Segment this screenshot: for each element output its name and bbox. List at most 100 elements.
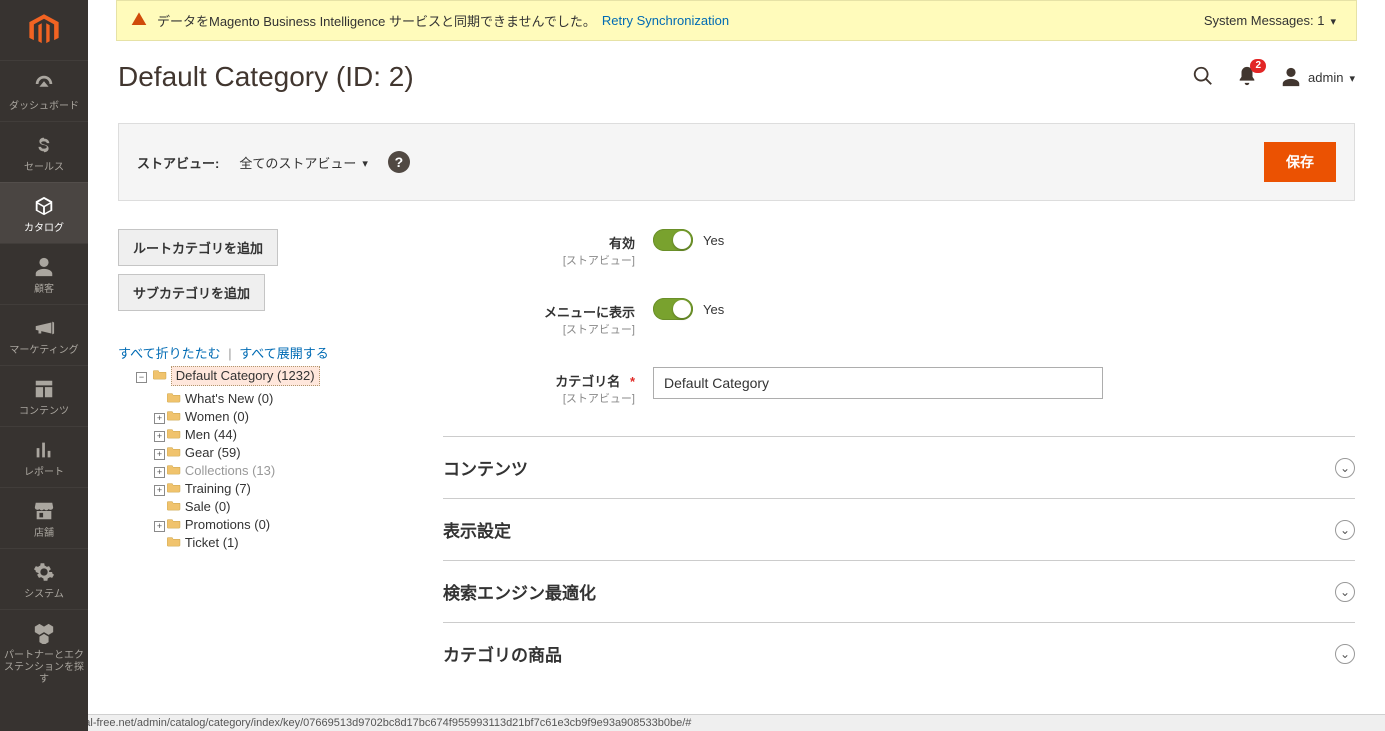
tree-node[interactable]: Gear (59): [185, 444, 241, 462]
folder-icon: [167, 498, 181, 510]
admin-account-menu[interactable]: admin: [1280, 66, 1355, 88]
sidebar-item-label: カタログ: [4, 223, 84, 235]
chevron-down-icon[interactable]: [1330, 13, 1336, 28]
sidebar-item-label: マーケティング: [4, 345, 84, 357]
section-content[interactable]: コンテンツ ⌄: [443, 436, 1355, 498]
category-name-input[interactable]: [653, 367, 1103, 399]
field-include-menu-scope: [ストアビュー]: [443, 321, 635, 337]
gauge-icon: [4, 71, 84, 97]
add-sub-category-button[interactable]: サブカテゴリを追加: [118, 274, 265, 311]
sidebar-item-system[interactable]: システム: [0, 548, 88, 609]
tree-node[interactable]: Collections (13): [185, 462, 275, 480]
tree-node[interactable]: Women (0): [185, 408, 249, 426]
chevron-down-circle-icon: ⌄: [1335, 644, 1355, 664]
tree-expand-icon[interactable]: +: [154, 485, 165, 496]
tree-node[interactable]: Training (7): [185, 480, 251, 498]
tree-expand-icon[interactable]: +: [154, 521, 165, 532]
system-message-text: データをMagento Business Intelligence サービスと同…: [157, 11, 596, 30]
folder-icon: [167, 462, 181, 474]
warning-icon: [131, 11, 147, 30]
tree-spacer: [154, 536, 165, 547]
category-tree: − Default Category (1232) What's New (0)…: [118, 366, 433, 552]
field-category-name: カテゴリ名 * [ストアビュー]: [443, 367, 1355, 406]
megaphone-icon: [4, 315, 84, 341]
required-indicator: *: [630, 374, 635, 389]
sidebar-item-catalog[interactable]: カタログ: [0, 182, 88, 243]
magento-logo-icon[interactable]: [24, 10, 64, 50]
search-icon[interactable]: [1192, 65, 1214, 90]
tree-collapse-icon[interactable]: −: [136, 372, 147, 383]
sidebar-item-label: 顧客: [4, 284, 84, 296]
store-scope-value: 全てのストアビュー: [239, 153, 356, 172]
tree-node[interactable]: Sale (0): [185, 498, 231, 516]
system-message-count[interactable]: System Messages: 1: [1204, 13, 1325, 28]
category-form: 有効 [ストアビュー] Yes メニューに表示 [ストアビュー]: [433, 229, 1355, 684]
collapse-all-link[interactable]: すべて折りたたむ: [118, 346, 221, 361]
chevron-down-circle-icon: ⌄: [1335, 458, 1355, 478]
folder-icon: [167, 390, 181, 402]
tree-node[interactable]: Ticket (1): [185, 534, 239, 552]
field-include-menu-label: メニューに表示: [443, 302, 635, 321]
include-in-menu-toggle[interactable]: Yes: [653, 298, 724, 320]
person-icon: [4, 254, 84, 280]
sidebar-item-customers[interactable]: 顧客: [0, 243, 88, 304]
notifications-icon[interactable]: 2: [1236, 65, 1258, 90]
chevron-down-circle-icon: ⌄: [1335, 520, 1355, 540]
folder-icon: [167, 534, 181, 546]
tree-node[interactable]: Promotions (0): [185, 516, 270, 534]
folder-icon: [167, 408, 181, 420]
sidebar-item-dashboard[interactable]: ダッシュボード: [0, 60, 88, 121]
field-include-in-menu: メニューに表示 [ストアビュー] Yes: [443, 298, 1355, 337]
help-icon[interactable]: ?: [388, 151, 410, 173]
section-display-title: 表示設定: [443, 517, 1335, 542]
box-icon: [4, 193, 84, 219]
layout-icon: [4, 376, 84, 402]
store-scope-label: ストアビュー:: [137, 153, 219, 172]
tree-node[interactable]: Men (44): [185, 426, 237, 444]
add-root-category-button[interactable]: ルートカテゴリを追加: [118, 229, 278, 266]
section-products-title: カテゴリの商品: [443, 641, 1335, 666]
sidebar-item-partners[interactable]: パートナーとエクステンションを探す: [0, 609, 88, 694]
folder-open-icon: [153, 367, 167, 379]
dollar-icon: [4, 132, 84, 158]
sidebar-item-sales[interactable]: セールス: [0, 121, 88, 182]
retry-sync-link[interactable]: Retry Synchronization: [602, 13, 729, 28]
tree-expand-icon[interactable]: +: [154, 449, 165, 460]
sidebar-item-label: コンテンツ: [4, 406, 84, 418]
field-enabled: 有効 [ストアビュー] Yes: [443, 229, 1355, 268]
save-button[interactable]: 保存: [1264, 142, 1336, 182]
section-products[interactable]: カテゴリの商品 ⌄: [443, 622, 1355, 684]
tree-expand-controls: すべて折りたたむ | すべて展開する: [118, 343, 433, 362]
chevron-down-circle-icon: ⌄: [1335, 582, 1355, 602]
bars-icon: [4, 437, 84, 463]
page-header: Default Category (ID: 2) 2 admin: [118, 61, 1355, 93]
include-in-menu-value: Yes: [703, 302, 724, 317]
page-title: Default Category (ID: 2): [118, 61, 1192, 93]
gear-icon: [4, 559, 84, 585]
sidebar-item-label: ダッシュボード: [4, 101, 84, 113]
tree-expand-icon[interactable]: +: [154, 413, 165, 424]
store-scope-select[interactable]: 全てのストアビュー: [239, 153, 368, 172]
sidebar-item-marketing[interactable]: マーケティング: [0, 304, 88, 365]
enabled-toggle[interactable]: Yes: [653, 229, 724, 251]
field-enabled-label: 有効: [443, 233, 635, 252]
tree-node[interactable]: What's New (0): [185, 390, 273, 408]
tree-expand-icon[interactable]: +: [154, 431, 165, 442]
sidebar-item-reports[interactable]: レポート: [0, 426, 88, 487]
sidebar-item-stores[interactable]: 店舗: [0, 487, 88, 548]
main-content: データをMagento Business Intelligence サービスと同…: [88, 0, 1385, 684]
field-name-label: カテゴリ名: [555, 374, 620, 389]
cubes-icon: [4, 620, 84, 646]
browser-status-bar: magento23.digital-free.net/admin/catalog…: [0, 714, 1385, 731]
folder-icon: [167, 426, 181, 438]
sidebar-item-label: セールス: [4, 162, 84, 174]
section-seo[interactable]: 検索エンジン最適化 ⌄: [443, 560, 1355, 622]
tree-node-root[interactable]: Default Category (1232): [171, 366, 320, 386]
expand-all-link[interactable]: すべて展開する: [239, 346, 329, 361]
sidebar-item-label: レポート: [4, 467, 84, 479]
sidebar-item-content[interactable]: コンテンツ: [0, 365, 88, 426]
folder-icon: [167, 444, 181, 456]
sidebar-item-label: 店舗: [4, 528, 84, 540]
section-display-settings[interactable]: 表示設定 ⌄: [443, 498, 1355, 560]
tree-expand-icon[interactable]: +: [154, 467, 165, 478]
